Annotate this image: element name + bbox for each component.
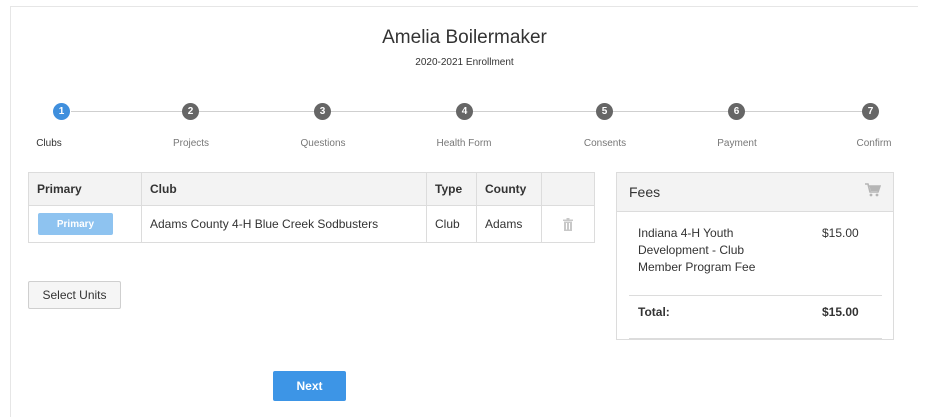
fee-bottom-divider (629, 338, 882, 339)
step-3-circle[interactable]: 3 (314, 103, 331, 120)
header-type: Type (426, 172, 477, 206)
fees-header: Fees (617, 173, 893, 212)
step-2-label[interactable]: Projects (173, 138, 209, 149)
step-5-label[interactable]: Consents (584, 138, 626, 149)
club-type-cell: Club (426, 205, 477, 243)
table-row: Primary Adams County 4-H Blue Creek Sodb… (28, 205, 595, 243)
fee-item: Indiana 4-H Youth Development - Club Mem… (629, 225, 882, 276)
fee-total-row: Total: $15.00 (629, 305, 882, 319)
clubs-table: Primary Club Type County Primary Adams C… (28, 172, 595, 243)
fees-title: Fees (629, 184, 661, 200)
fee-item-name: Indiana 4-H Youth Development - Club Mem… (638, 226, 756, 274)
step-6-circle[interactable]: 6 (728, 103, 745, 120)
cart-icon[interactable] (865, 182, 882, 202)
fee-item-amount: $15.00 (822, 226, 859, 240)
step-5-circle[interactable]: 5 (596, 103, 613, 120)
member-name: Amelia Boilermaker (382, 27, 547, 48)
header-actions (541, 172, 595, 206)
step-4-circle[interactable]: 4 (456, 103, 473, 120)
step-2-circle[interactable]: 2 (182, 103, 199, 120)
primary-button[interactable]: Primary (38, 213, 113, 235)
fee-divider (629, 295, 882, 296)
header-county: County (476, 172, 542, 206)
select-units-button[interactable]: Select Units (28, 281, 121, 309)
header-primary: Primary (28, 172, 142, 206)
step-3-label[interactable]: Questions (300, 138, 345, 149)
clubs-table-header: Primary Club Type County (28, 172, 595, 206)
step-1-circle[interactable]: 1 (53, 103, 70, 120)
header-club: Club (141, 172, 427, 206)
primary-cell: Primary (28, 205, 142, 243)
club-name-cell: Adams County 4-H Blue Creek Sodbusters (141, 205, 427, 243)
next-button[interactable]: Next (273, 371, 346, 401)
delete-cell (541, 205, 595, 243)
enrollment-stepper: 1 Clubs 2 Projects 3 Questions 4 Health … (11, 99, 918, 159)
fees-panel: Fees Indiana 4-H Youth Development - Clu… (616, 172, 894, 340)
club-county-cell: Adams (476, 205, 542, 243)
step-4-label[interactable]: Health Form (436, 138, 491, 149)
step-7-label[interactable]: Confirm (856, 138, 891, 149)
enrollment-header: Amelia Boilermaker 2020-2021 Enrollment (11, 27, 918, 68)
trash-icon[interactable] (550, 217, 586, 231)
step-1-label[interactable]: Clubs (36, 138, 62, 149)
fee-total-amount: $15.00 (822, 305, 859, 319)
step-7-circle[interactable]: 7 (862, 103, 879, 120)
enrollment-year: 2020-2021 Enrollment (415, 57, 514, 68)
fee-total-label: Total: (638, 305, 670, 319)
step-6-label[interactable]: Payment (717, 138, 756, 149)
